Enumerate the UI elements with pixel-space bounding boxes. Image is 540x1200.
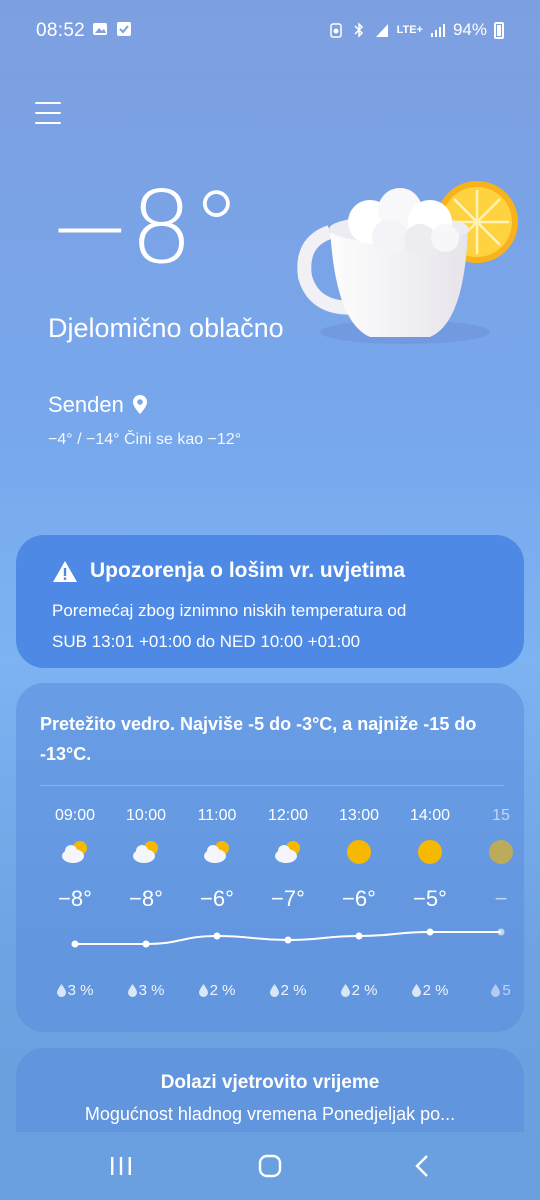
hour-item[interactable]: 13:00 −6° — [324, 807, 394, 912]
warning-line: SUB 13:01 +01:00 do NED 10:00 +01:00 — [52, 632, 361, 651]
warning-line: Poremećaj zbog iznimno niskih temperatur… — [52, 601, 407, 620]
hour-precipitation: 2 % — [395, 982, 465, 999]
location[interactable]: Senden — [48, 392, 148, 418]
precipitation-value: 2 % — [209, 982, 236, 999]
precipitation-value: 3 % — [67, 982, 94, 999]
divider — [40, 785, 504, 786]
forecast-summary: Pretežito vedro. Najviše -5 do -3°C, a n… — [40, 714, 477, 764]
signal-icon — [430, 24, 445, 37]
status-notification-icons — [92, 21, 132, 37]
sun-icon — [347, 840, 371, 864]
status-bar: 08:52 LTE+ 94% — [0, 0, 540, 60]
hour-precipitation: 2 % — [324, 982, 394, 999]
status-system-icons: LTE+ 94% — [328, 20, 504, 40]
partly-cloudy-icon — [204, 841, 229, 863]
raindrop-icon — [411, 984, 421, 997]
hour-time: 09:00 — [54, 807, 96, 824]
back-icon[interactable] — [408, 1153, 438, 1179]
weather-illustration-cup-icon — [297, 181, 518, 344]
sun-icon — [418, 840, 442, 864]
severe-weather-warning-card[interactable]: Upozorenja o lošim vr. uvjetima Poremeća… — [16, 535, 524, 668]
menu-icon-line — [35, 112, 61, 114]
current-temperature: −8° — [48, 169, 241, 286]
sun-icon — [489, 840, 513, 864]
precipitation-value: 2 % — [422, 982, 449, 999]
temperature-point — [71, 940, 79, 948]
raindrop-icon — [56, 984, 66, 997]
battery-saver-icon — [329, 23, 342, 38]
hour-item[interactable]: 15− — [466, 807, 524, 912]
menu-icon-line — [35, 102, 61, 104]
hour-time: 10:00 — [125, 807, 167, 824]
raindrop-icon — [127, 984, 137, 997]
precipitation-value: 2 % — [351, 982, 378, 999]
menu-button[interactable] — [35, 102, 61, 128]
menu-icon-line — [35, 122, 61, 124]
temperature-point — [426, 928, 434, 936]
raindrop-icon — [491, 984, 501, 997]
battery-percent: 94% — [452, 20, 487, 39]
location-pin-icon — [132, 395, 147, 414]
partly-cloudy-icon — [133, 841, 158, 863]
temperature-range-feels-like: −4° / −14° Čini se kao −12° — [48, 431, 242, 448]
gallery-icon — [93, 23, 107, 35]
hour-item[interactable]: 09:00 −8° — [40, 807, 110, 912]
temperature-trend-line — [71, 928, 505, 948]
warning-icon — [53, 560, 77, 582]
raindrop-icon — [340, 984, 350, 997]
checkbox-icon — [117, 22, 131, 36]
partly-cloudy-icon — [275, 841, 300, 863]
hour-precipitation: 3 % — [40, 982, 110, 999]
hour-precipitation: 5 — [466, 982, 524, 999]
wind-alert-card[interactable]: Dolazi vjetrovito vrijeme Mogućnost hlad… — [16, 1048, 524, 1132]
temperature-point — [355, 932, 363, 940]
hour-item[interactable]: 10:00 −8° — [111, 807, 181, 912]
hour-precipitation: 3 % — [111, 982, 181, 999]
warning-title: Upozorenja o lošim vr. uvjetima — [90, 559, 406, 582]
wind-alert-title: Dolazi vjetrovito vrijeme — [160, 1072, 380, 1093]
recent-apps-icon[interactable] — [106, 1153, 136, 1179]
hour-time: 14:00 — [409, 807, 451, 824]
status-time: 08:52 — [36, 20, 86, 41]
raindrop-icon — [198, 984, 208, 997]
hour-precipitation: 2 % — [253, 982, 323, 999]
bluetooth-icon — [354, 22, 363, 38]
navigation-bar — [0, 1133, 540, 1200]
temperature-point — [284, 936, 292, 944]
signal-r-icon — [375, 24, 388, 37]
current-condition: Djelomično oblačno — [48, 313, 284, 343]
temperature-point — [142, 940, 150, 948]
temperature-point — [213, 932, 221, 940]
hour-time: 13:00 — [338, 807, 380, 824]
hour-item[interactable]: 11:00 −6° — [182, 807, 252, 912]
hourly-forecast-card[interactable]: Pretežito vedro. Najviše -5 do -3°C, a n… — [16, 683, 524, 1032]
precipitation-value: 3 % — [138, 982, 165, 999]
hour-time: 11:00 — [197, 807, 237, 824]
partly-cloudy-icon — [62, 841, 87, 863]
hour-item[interactable]: 12:00 −7° — [253, 807, 323, 912]
hour-precipitation: 2 % — [182, 982, 252, 999]
hour-item[interactable]: 14:00 −5° — [395, 807, 465, 912]
home-icon[interactable] — [255, 1153, 285, 1179]
warning-description: Poremećaj zbog iznimno niskih temperatur… — [52, 595, 488, 657]
temperature-point — [497, 928, 505, 936]
hour-time: 12:00 — [267, 807, 309, 824]
network-type: LTE+ — [396, 24, 423, 36]
hourly-forecast-list[interactable]: 09:00 −8° 3 % 10:00 −8° 3 % 11:00 −6° 2 % 12:00 −7… — [40, 807, 524, 1007]
battery-icon — [494, 21, 504, 39]
location-name: Senden — [48, 392, 124, 417]
raindrop-icon — [269, 984, 279, 997]
precipitation-value: 2 % — [280, 982, 307, 999]
hour-time: 15 — [492, 807, 510, 824]
precipitation-value: 5 — [502, 982, 511, 999]
wind-alert-body: Mogućnost hladnog vremena Ponedjeljak po… — [84, 1104, 456, 1124]
